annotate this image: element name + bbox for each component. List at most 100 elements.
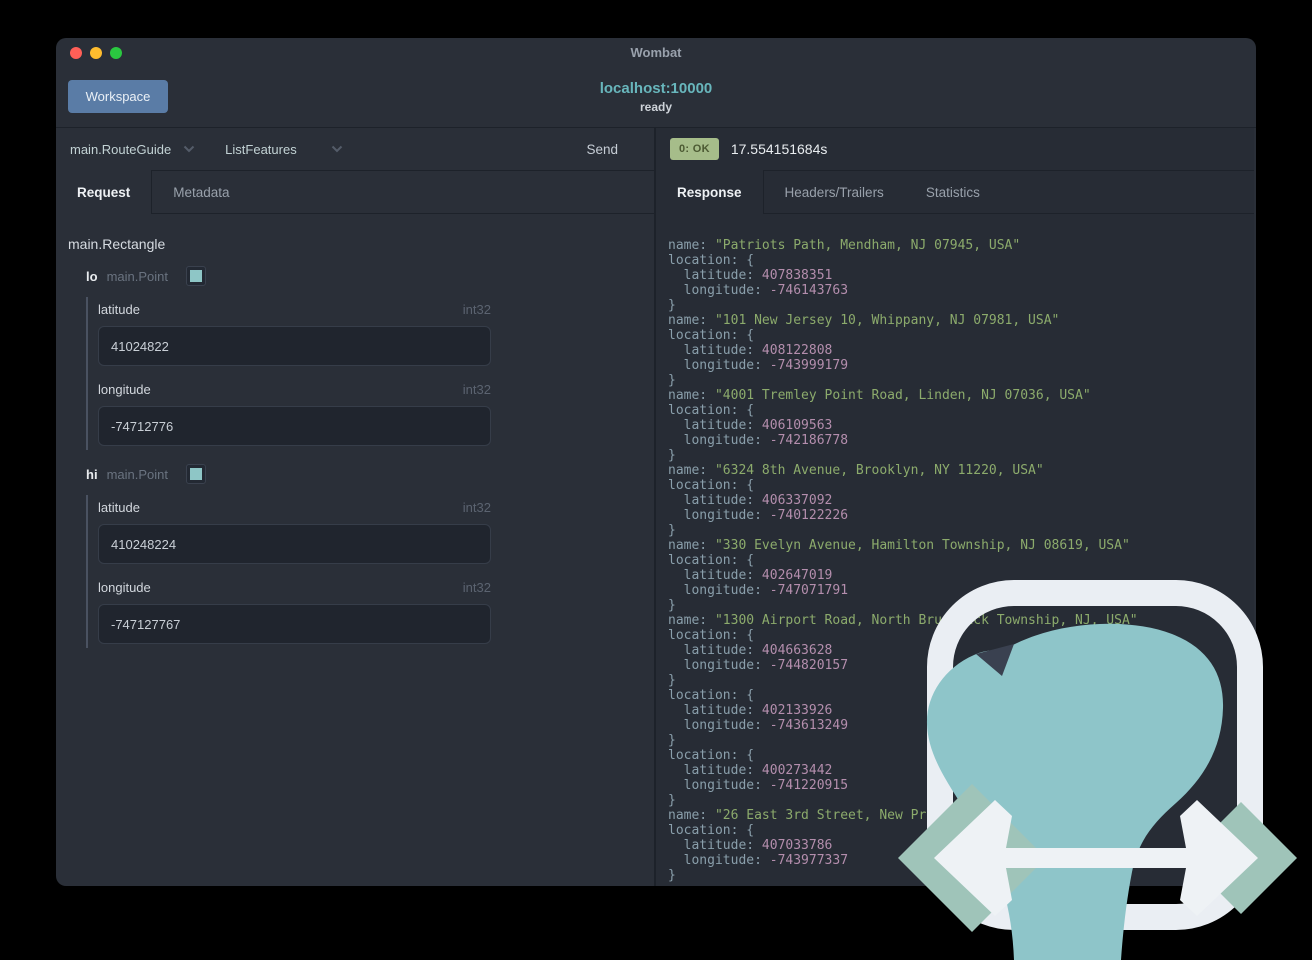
response-line: latitude: 407838351 — [668, 268, 833, 283]
form-field: latitude int32 — [98, 302, 491, 366]
field-label: longitude — [98, 580, 151, 595]
status-badge: 0: OK — [670, 138, 719, 160]
response-line: location: { — [668, 748, 755, 763]
field-label: latitude — [98, 302, 140, 317]
checkbox-checked-indicator — [189, 468, 202, 480]
field-group-header: hi main.Point — [86, 464, 640, 484]
duration-label: 17.554151684s — [730, 141, 828, 157]
connection-host: localhost:10000 — [599, 79, 713, 97]
response-line: latitude: 402647019 — [668, 568, 833, 583]
connection-info: localhost:10000 ready — [56, 66, 1256, 127]
field-label-row: latitude int32 — [98, 500, 491, 515]
tab-response[interactable]: Response — [656, 170, 764, 214]
field-value-input[interactable] — [98, 604, 491, 644]
checkbox-checked-indicator — [189, 270, 202, 282]
response-panel: 0: OK 17.554151684s Response Headers/Trai… — [656, 128, 1254, 886]
response-line: longitude: -746143763 — [668, 283, 849, 298]
response-line: location: { — [668, 403, 755, 418]
method-select[interactable]: ListFeatures — [225, 142, 343, 157]
response-line: } — [668, 733, 676, 748]
tab-request[interactable]: Request — [56, 170, 153, 214]
field-label: longitude — [98, 382, 151, 397]
field-value-input[interactable] — [98, 326, 491, 366]
field-label-row: longitude int32 — [98, 580, 491, 595]
response-line: } — [668, 523, 676, 538]
response-line: } — [668, 448, 676, 463]
tab-filler — [250, 170, 654, 214]
nested-fields: latitude int32 longitude int32 — [86, 495, 491, 648]
field-enabled-checkbox[interactable] — [185, 464, 206, 484]
request-panel: main.RouteGuide ListFeatures Send Reques… — [56, 128, 656, 886]
field-enabled-checkbox[interactable] — [185, 266, 206, 286]
response-line: location: { — [668, 823, 755, 838]
field-value-input[interactable] — [98, 524, 491, 564]
nested-fields: latitude int32 longitude int32 — [86, 297, 491, 450]
response-line: } — [668, 868, 676, 883]
response-line: latitude: 406109563 — [668, 418, 833, 433]
response-line: longitude: -743999179 — [668, 358, 849, 373]
titlebar: Wombat — [56, 38, 1256, 66]
field-name-label: lo — [86, 268, 98, 284]
response-line: name: "101 New Jersey 10, Whippany, NJ 0… — [668, 313, 1060, 328]
response-tabs: Response Headers/Trailers Statistics — [656, 170, 1254, 214]
response-line: } — [668, 298, 676, 313]
message-type-label: main.Rectangle — [68, 236, 166, 252]
response-line: name: "6324 8th Avenue, Brooklyn, NY 112… — [668, 463, 1044, 478]
request-form: main.Rectangle lo main.Point latitude in… — [56, 214, 654, 886]
message-field-group: lo main.Point latitude int32 longitude i… — [86, 266, 640, 450]
response-line: longitude: -743613249 — [668, 718, 849, 733]
service-select[interactable]: main.RouteGuide — [70, 142, 195, 157]
header: Workspace localhost:10000 ready — [56, 66, 1256, 128]
response-line: longitude: -743977337 — [668, 853, 849, 868]
desktop: Wombat Workspace localhost:10000 ready m… — [0, 0, 1312, 960]
main-split: main.RouteGuide ListFeatures Send Reques… — [56, 128, 1256, 886]
response-line: longitude: -740122226 — [668, 508, 849, 523]
field-scalar-type: int32 — [462, 382, 491, 397]
request-tabs: Request Metadata — [56, 170, 654, 214]
response-line: latitude: 402133926 — [668, 703, 833, 718]
response-line: latitude: 406337092 — [668, 493, 833, 508]
response-line: name: "1300 Airport Road, North Brunswic… — [668, 613, 1138, 628]
tab-headers-trailers[interactable]: Headers/Trailers — [763, 170, 905, 214]
response-line: name: "Patriots Path, Mendham, NJ 07945,… — [668, 238, 1021, 253]
response-line: latitude: 408122808 — [668, 343, 833, 358]
tab-filler — [1000, 170, 1254, 214]
field-label: latitude — [98, 500, 140, 515]
response-line: latitude: 400273442 — [668, 763, 833, 778]
field-scalar-type: int32 — [462, 580, 491, 595]
field-scalar-type: int32 — [462, 302, 491, 317]
send-button[interactable]: Send — [586, 142, 640, 157]
response-body[interactable]: name: "Patriots Path, Mendham, NJ 07945,… — [656, 214, 1254, 886]
field-label-row: latitude int32 — [98, 302, 491, 317]
response-line: location: { — [668, 553, 755, 568]
response-line: latitude: 404663628 — [668, 643, 833, 658]
response-line: longitude: -747071791 — [668, 583, 849, 598]
tab-metadata[interactable]: Metadata — [152, 170, 251, 214]
form-field: longitude int32 — [98, 382, 491, 446]
response-line: } — [668, 673, 676, 688]
response-line: latitude: 407033786 — [668, 838, 833, 853]
response-toolbar: 0: OK 17.554151684s — [656, 128, 1254, 170]
request-toolbar: main.RouteGuide ListFeatures Send — [56, 128, 654, 170]
field-label-row: longitude int32 — [98, 382, 491, 397]
chevron-down-icon — [331, 145, 342, 153]
connection-status: ready — [639, 99, 673, 114]
response-line: longitude: -744820157 — [668, 658, 849, 673]
tab-statistics[interactable]: Statistics — [904, 170, 1001, 214]
method-select-value: ListFeatures — [225, 141, 297, 157]
wombat-window: Wombat Workspace localhost:10000 ready m… — [56, 38, 1256, 886]
response-line: name: "330 Evelyn Avenue, Hamilton Towns… — [668, 538, 1130, 553]
response-line: name: "4001 Tremley Point Road, Linden, … — [668, 388, 1091, 403]
response-line: name: "26 East 3rd Street, New Providenc… — [668, 808, 1068, 823]
field-value-input[interactable] — [98, 406, 491, 446]
form-field: longitude int32 — [98, 580, 491, 644]
form-field: latitude int32 — [98, 500, 491, 564]
window-title: Wombat — [630, 45, 682, 60]
response-line: longitude: -742186778 — [668, 433, 849, 448]
service-select-value: main.RouteGuide — [70, 141, 172, 157]
response-line: longitude: -741220915 — [668, 778, 849, 793]
response-line: } — [668, 373, 676, 388]
field-group-header: lo main.Point — [86, 266, 640, 286]
field-type-label: main.Point — [106, 268, 168, 284]
response-line: location: { — [668, 628, 755, 643]
